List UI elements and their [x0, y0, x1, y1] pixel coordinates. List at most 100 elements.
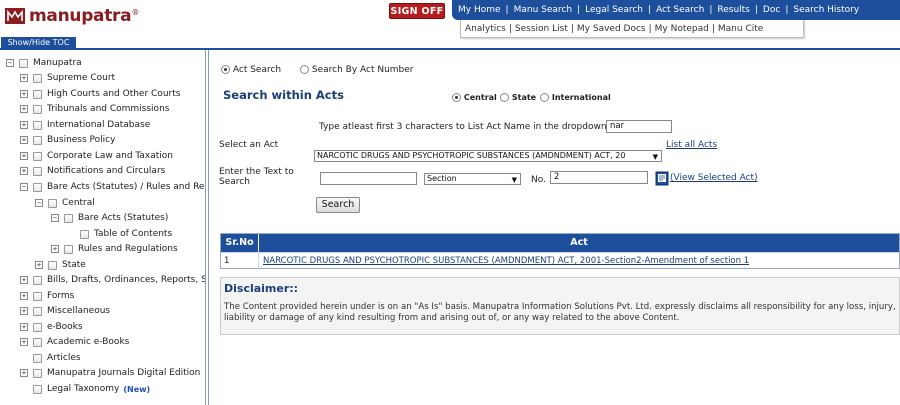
show-hide-toc-button[interactable]: Show/Hide TOC — [1, 37, 76, 48]
checkbox[interactable] — [19, 58, 28, 68]
checkbox[interactable] — [33, 104, 42, 114]
collapse-icon[interactable]: − — [35, 199, 43, 207]
checkbox[interactable] — [80, 229, 89, 239]
radio-icon[interactable] — [300, 65, 309, 74]
tree-label[interactable]: High Courts and Other Courts — [47, 89, 180, 99]
radio-icon[interactable] — [540, 93, 549, 102]
checkbox[interactable] — [48, 260, 57, 270]
radio-international[interactable]: International — [540, 93, 611, 103]
nav-act-search[interactable]: Act Search — [656, 5, 704, 15]
tree-label[interactable]: Miscellaneous — [47, 306, 110, 316]
radio-icon[interactable] — [221, 65, 230, 74]
expand-icon[interactable]: + — [20, 90, 28, 98]
nav-my-home[interactable]: My Home — [458, 5, 501, 15]
checkbox[interactable] — [33, 275, 42, 285]
checkbox[interactable] — [64, 244, 73, 254]
search-text-input[interactable] — [320, 172, 417, 185]
checkbox[interactable] — [33, 166, 42, 176]
checkbox[interactable] — [33, 337, 42, 347]
checkbox[interactable] — [33, 384, 42, 394]
checkbox[interactable] — [48, 198, 57, 208]
checkbox[interactable] — [33, 291, 42, 301]
expand-icon[interactable]: + — [20, 369, 28, 377]
expand-icon[interactable]: + — [20, 152, 28, 160]
subnav-my-notepad[interactable]: My Notepad — [655, 24, 709, 34]
subnav-manu-cite[interactable]: Manu Cite — [718, 24, 763, 34]
expand-icon[interactable]: + — [20, 292, 28, 300]
nav-doc[interactable]: Doc — [763, 5, 780, 15]
expand-icon[interactable]: + — [20, 307, 28, 315]
nav-search-history[interactable]: Search History — [793, 5, 859, 15]
tree-label[interactable]: Manupatra — [33, 58, 82, 68]
radio-central[interactable]: Central — [452, 93, 497, 103]
expand-icon[interactable]: + — [20, 323, 28, 331]
checkbox[interactable] — [33, 368, 42, 378]
list-all-acts-link[interactable]: List all Acts — [666, 140, 717, 150]
nav-legal-search[interactable]: Legal Search — [585, 5, 643, 15]
tree-label[interactable]: Bare Acts (Statutes) — [78, 213, 168, 223]
checkbox[interactable] — [33, 353, 42, 363]
section-select[interactable]: Section ▼ — [424, 173, 521, 185]
radio-state[interactable]: State — [500, 93, 536, 103]
expand-icon[interactable]: + — [20, 338, 28, 346]
expand-icon[interactable]: + — [51, 245, 59, 253]
subnav-analytics[interactable]: Analytics — [465, 24, 506, 34]
checkbox[interactable] — [64, 213, 73, 223]
checkbox[interactable] — [33, 182, 42, 192]
act-select[interactable]: NARCOTIC DRUGS AND PSYCHOTROPIC SUBSTANC… — [314, 150, 662, 162]
tree-label[interactable]: Bills, Drafts, Ordinances, Reports, S — [47, 275, 205, 285]
checkbox[interactable] — [33, 120, 42, 130]
expand-icon[interactable]: + — [20, 121, 28, 129]
view-document-icon[interactable] — [655, 171, 669, 186]
collapse-icon[interactable]: − — [51, 214, 59, 222]
tree-label[interactable]: Articles — [47, 353, 81, 363]
checkbox[interactable] — [33, 135, 42, 145]
radio-act-search[interactable]: Act Search — [221, 65, 281, 75]
expand-icon[interactable]: + — [35, 261, 43, 269]
checkbox[interactable] — [33, 322, 42, 332]
view-selected-act-link[interactable]: (View Selected Act) — [670, 173, 758, 183]
tree-label[interactable]: Legal Taxonomy — [47, 384, 119, 394]
collapse-icon[interactable]: − — [6, 59, 14, 67]
subnav-my-saved-docs[interactable]: My Saved Docs — [577, 24, 646, 34]
expand-icon[interactable]: + — [20, 167, 28, 175]
tree-label[interactable]: e-Books — [47, 322, 83, 332]
tree-label[interactable]: Business Policy — [47, 135, 115, 145]
expand-icon[interactable]: + — [20, 136, 28, 144]
radio-icon[interactable] — [500, 93, 509, 102]
tree-label[interactable]: Table of Contents — [94, 229, 172, 239]
checkbox[interactable] — [33, 73, 42, 83]
search-button[interactable]: Search — [316, 197, 360, 213]
expand-icon[interactable]: + — [20, 105, 28, 113]
tree-label[interactable]: Corporate Law and Taxation — [47, 151, 173, 161]
act-name-input[interactable]: nar — [606, 120, 672, 133]
radio-search-by-act-number[interactable]: Search By Act Number — [300, 65, 414, 75]
sidebar-divider[interactable] — [205, 50, 206, 405]
checkbox[interactable] — [33, 89, 42, 99]
tree-label[interactable]: Forms — [47, 291, 74, 301]
tree-label[interactable]: Bare Acts (Statutes) / Rules and Re — [47, 182, 204, 192]
expand-icon[interactable]: + — [20, 276, 28, 284]
tree-label[interactable]: Tribunals and Commissions — [47, 104, 169, 114]
checkbox[interactable] — [33, 306, 42, 316]
checkbox[interactable] — [33, 151, 42, 161]
tree-label[interactable]: Central — [62, 198, 95, 208]
tree-label[interactable]: State — [62, 260, 86, 270]
collapse-icon[interactable]: − — [20, 183, 28, 191]
result-act-link[interactable]: NARCOTIC DRUGS AND PSYCHOTROPIC SUBSTANC… — [263, 256, 749, 266]
tree-label[interactable]: International Database — [47, 120, 150, 130]
sign-off-button[interactable]: SIGN OFF — [389, 3, 445, 19]
dropdown-arrow-icon: ▼ — [511, 176, 517, 184]
section-number-input[interactable]: 2 — [550, 171, 648, 184]
subnav-session-list[interactable]: Session List — [515, 24, 568, 34]
nav-manu-search[interactable]: Manu Search — [514, 5, 572, 15]
tree-label[interactable]: Manupatra Journals Digital Edition — [47, 368, 200, 378]
radio-icon[interactable] — [452, 93, 461, 102]
tree-label[interactable]: Notifications and Circulars — [47, 166, 165, 176]
nav-results[interactable]: Results — [717, 5, 750, 15]
logo[interactable]: manupatra ® — [4, 5, 139, 27]
tree-label[interactable]: Academic e-Books — [47, 337, 129, 347]
tree-label[interactable]: Supreme Court — [47, 73, 115, 83]
tree-label[interactable]: Rules and Regulations — [78, 244, 178, 254]
expand-icon[interactable]: + — [20, 74, 28, 82]
